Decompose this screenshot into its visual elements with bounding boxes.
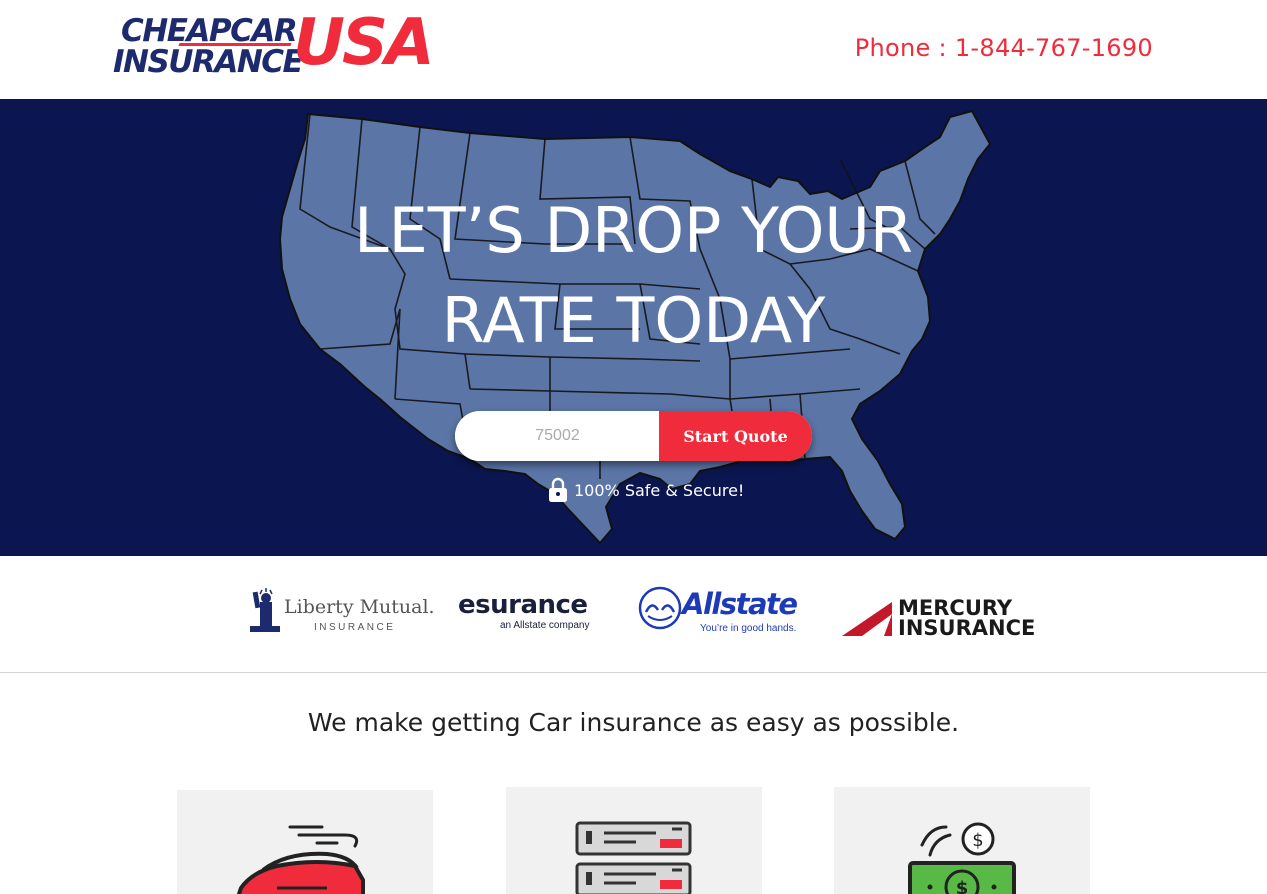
logo-accent: USA: [293, 6, 435, 80]
allstate-name: Allstate: [682, 587, 798, 621]
feature-card-car: [177, 790, 433, 894]
start-quote-button[interactable]: Start Quote: [659, 411, 812, 461]
phone-number-link[interactable]: Phone : 1-844-767-1690: [855, 34, 1153, 62]
esurance-sub: an Allstate company: [500, 620, 590, 631]
site-header: CHEAPCAR INSURANCE USA Phone : 1-844-767…: [0, 0, 1267, 99]
svg-text:$: $: [972, 830, 983, 851]
liberty-mutual-name: Liberty Mutual.: [284, 596, 435, 618]
hero-headline-line2: RATE TODAY: [441, 284, 826, 357]
server-icon: [575, 821, 692, 894]
mercury-logo: MERCURY INSURANCE: [842, 598, 1035, 640]
liberty-mutual-sub: INSURANCE: [314, 622, 396, 633]
esurance-logo: esurance an Allstate company: [458, 590, 608, 635]
good-hands-icon: [638, 586, 682, 630]
mercury-name: MERCURY INSURANCE: [898, 596, 1036, 640]
logo-underline: [178, 43, 292, 46]
feature-card-server: [506, 787, 762, 894]
mercury-line2: INSURANCE: [898, 616, 1036, 640]
money-icon: $ $: [908, 822, 1016, 894]
esurance-name: esurance: [458, 590, 588, 620]
feature-card-money: $ $: [834, 787, 1090, 894]
site-logo[interactable]: CHEAPCAR INSURANCE USA: [113, 6, 435, 80]
hero-section: LET’S DROP YOUR RATE TODAY Start Quote 1…: [0, 99, 1267, 556]
svg-text:$: $: [956, 878, 969, 894]
allstate-sub: You’re in good hands.: [700, 623, 797, 634]
statue-of-liberty-icon: [250, 588, 280, 632]
liberty-mutual-logo: Liberty Mutual. INSURANCE: [248, 588, 435, 636]
secure-notice: 100% Safe & Secure!: [548, 477, 744, 503]
quote-form: Start Quote: [455, 411, 812, 461]
section-tagline: We make getting Car insurance as easy as…: [307, 708, 960, 737]
lock-icon: [549, 477, 567, 502]
mercury-line1: MERCURY: [898, 596, 1013, 620]
logo-line2: INSURANCE: [113, 44, 304, 80]
allstate-logo: Allstate You’re in good hands.: [638, 586, 813, 638]
car-icon: [236, 825, 365, 894]
partner-logos: Liberty Mutual. INSURANCE esurance an Al…: [0, 556, 1267, 673]
hero-headline-line1: LET’S DROP YOUR: [354, 194, 913, 267]
zip-code-input[interactable]: [455, 411, 660, 461]
secure-text: 100% Safe & Secure!: [574, 480, 745, 500]
mercury-wing-icon: [842, 602, 892, 636]
